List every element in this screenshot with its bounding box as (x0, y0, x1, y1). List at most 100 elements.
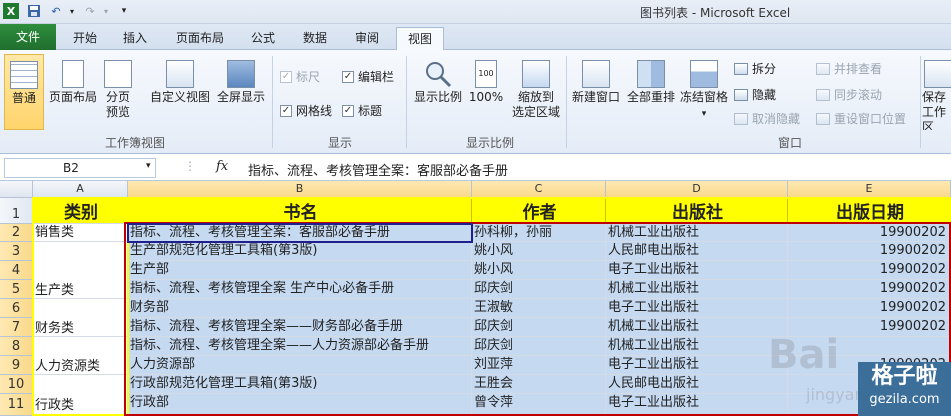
column-header-e[interactable]: E (788, 181, 951, 198)
category-cell[interactable]: 生产类 (33, 242, 128, 299)
save-workspace-button[interactable]: 保存 工作区 (922, 54, 951, 130)
name-box[interactable]: B2 (4, 158, 156, 178)
date-cell[interactable]: 19900202 (788, 280, 951, 299)
author-cell[interactable]: 邱庆剑 (472, 318, 606, 337)
title-cell[interactable]: 行政部 (128, 394, 472, 416)
row-header[interactable]: 5 (0, 280, 33, 299)
insert-function-icon[interactable]: fx (216, 159, 228, 174)
author-cell[interactable]: 王胜会 (472, 375, 606, 394)
redo-icon[interactable]: ↷ (82, 3, 98, 19)
header-cell-category[interactable]: 类别 (33, 198, 128, 224)
page-layout-view-button[interactable]: 页面布局 (46, 54, 100, 130)
row-header[interactable]: 1 (0, 198, 33, 224)
column-header-c[interactable]: C (472, 181, 606, 198)
author-cell[interactable]: 邱庆剑 (472, 337, 606, 356)
date-cell[interactable]: 19900202 (788, 242, 951, 261)
row-header[interactable]: 11 (0, 394, 33, 416)
date-cell[interactable]: 19900202 (788, 299, 951, 318)
date-cell[interactable]: 19900202 (788, 261, 951, 280)
title-cell[interactable]: 行政部规范化管理工具箱(第3版) (128, 375, 472, 394)
undo-dropdown-icon[interactable]: ▾ (64, 3, 80, 19)
column-header-a[interactable]: A (33, 181, 128, 198)
title-cell[interactable]: 生产部规范化管理工具箱(第3版) (128, 242, 472, 261)
row-header[interactable]: 9 (0, 356, 33, 375)
publisher-cell[interactable]: 电子工业出版社 (606, 356, 788, 375)
undo-icon[interactable]: ↶ (48, 3, 64, 19)
date-cell[interactable]: 19900202 (788, 224, 951, 242)
category-cell[interactable]: 人力资源类 (33, 337, 128, 375)
tab-data[interactable]: 数据 (292, 27, 338, 50)
publisher-cell[interactable]: 电子工业出版社 (606, 261, 788, 280)
author-cell[interactable]: 姚小风 (472, 261, 606, 280)
hide-button[interactable]: 隐藏 (734, 86, 776, 103)
publisher-cell[interactable]: 电子工业出版社 (606, 394, 788, 416)
author-cell[interactable]: 王淑敏 (472, 299, 606, 318)
row-header[interactable]: 7 (0, 318, 33, 337)
sync-scroll-button[interactable]: 同步滚动 (816, 86, 882, 103)
select-all-corner[interactable] (0, 181, 33, 198)
title-cell[interactable]: 指标、流程、考核管理全案：客服部必备手册 (128, 224, 472, 242)
row-header[interactable]: 2 (0, 224, 33, 242)
category-cell[interactable]: 行政类 (33, 375, 128, 416)
header-cell-date[interactable]: 出版日期 (788, 198, 951, 224)
author-cell[interactable]: 刘亚萍 (472, 356, 606, 375)
save-icon[interactable] (26, 3, 42, 19)
tab-page-layout[interactable]: 页面布局 (166, 27, 234, 50)
unhide-button[interactable]: 取消隐藏 (734, 110, 800, 127)
new-window-button[interactable]: 新建窗口 (570, 54, 622, 130)
publisher-cell[interactable]: 电子工业出版社 (606, 299, 788, 318)
freeze-panes-button[interactable]: 冻结窗格 ▾ (678, 54, 730, 130)
title-cell[interactable]: 指标、流程、考核管理全案——财务部必备手册 (128, 318, 472, 337)
author-cell[interactable]: 姚小风 (472, 242, 606, 261)
publisher-cell[interactable]: 人民邮电出版社 (606, 375, 788, 394)
tab-formulas[interactable]: 公式 (240, 27, 286, 50)
header-cell-publisher[interactable]: 出版社 (606, 198, 788, 224)
category-cell[interactable]: 财务类 (33, 299, 128, 337)
title-cell[interactable]: 指标、流程、考核管理全案 生产中心必备手册 (128, 280, 472, 299)
headings-checkbox[interactable]: ✓ 标题 (342, 102, 382, 119)
reset-window-position-button[interactable]: 重设窗口位置 (816, 110, 906, 127)
side-by-side-button[interactable]: 并排查看 (816, 60, 882, 77)
column-header-d[interactable]: D (606, 181, 788, 198)
fullscreen-button[interactable]: 全屏显示 (214, 54, 268, 130)
page-break-preview-button[interactable]: 分页 预览 (100, 54, 136, 130)
author-cell[interactable]: 邱庆剑 (472, 280, 606, 299)
row-header[interactable]: 4 (0, 261, 33, 280)
name-box-dropdown-icon[interactable]: ▾ (146, 161, 151, 171)
zoom-button[interactable]: 显示比例 (412, 54, 464, 130)
publisher-cell[interactable]: 机械工业出版社 (606, 280, 788, 299)
excel-app-icon[interactable]: X (3, 3, 19, 19)
author-cell[interactable]: 孙科柳，孙丽 (472, 224, 606, 242)
zoom-to-selection-button[interactable]: 缩放到 选定区域 (508, 54, 564, 130)
redo-dropdown-icon[interactable]: ▾ (98, 3, 114, 19)
tab-view[interactable]: 视图 (396, 27, 444, 50)
tab-review[interactable]: 审阅 (344, 27, 390, 50)
gridlines-checkbox[interactable]: ✓ 网格线 (280, 102, 332, 119)
row-header[interactable]: 3 (0, 242, 33, 261)
title-cell[interactable]: 财务部 (128, 299, 472, 318)
header-cell-author[interactable]: 作者 (472, 198, 606, 224)
row-header[interactable]: 8 (0, 337, 33, 356)
title-cell[interactable]: 生产部 (128, 261, 472, 280)
split-button[interactable]: 拆分 (734, 60, 776, 77)
publisher-cell[interactable]: 人民邮电出版社 (606, 242, 788, 261)
formula-bar-checkbox[interactable]: ✓ 编辑栏 (342, 68, 394, 85)
publisher-cell[interactable]: 机械工业出版社 (606, 224, 788, 242)
row-header[interactable]: 10 (0, 375, 33, 394)
customize-toolbar-icon[interactable]: ▾ (116, 3, 132, 19)
row-header[interactable]: 6 (0, 299, 33, 318)
custom-views-button[interactable]: 自定义视图 (148, 54, 212, 130)
formula-input[interactable]: 指标、流程、考核管理全案：客服部必备手册 (248, 160, 508, 179)
author-cell[interactable]: 曾令萍 (472, 394, 606, 416)
tab-home[interactable]: 开始 (62, 27, 108, 50)
tab-file[interactable]: 文件 (0, 24, 56, 50)
column-header-b[interactable]: B (128, 181, 472, 198)
category-cell[interactable]: 销售类 (33, 224, 128, 242)
header-cell-title[interactable]: 书名 (128, 198, 472, 224)
tab-insert[interactable]: 插入 (112, 27, 158, 50)
normal-view-button[interactable]: 普通 (4, 54, 44, 130)
zoom-100-button[interactable]: 100 100% (466, 54, 506, 130)
publisher-cell[interactable]: 机械工业出版社 (606, 318, 788, 337)
title-cell[interactable]: 指标、流程、考核管理全案——人力资源部必备手册 (128, 337, 472, 356)
arrange-all-button[interactable]: 全部重排 (624, 54, 678, 130)
